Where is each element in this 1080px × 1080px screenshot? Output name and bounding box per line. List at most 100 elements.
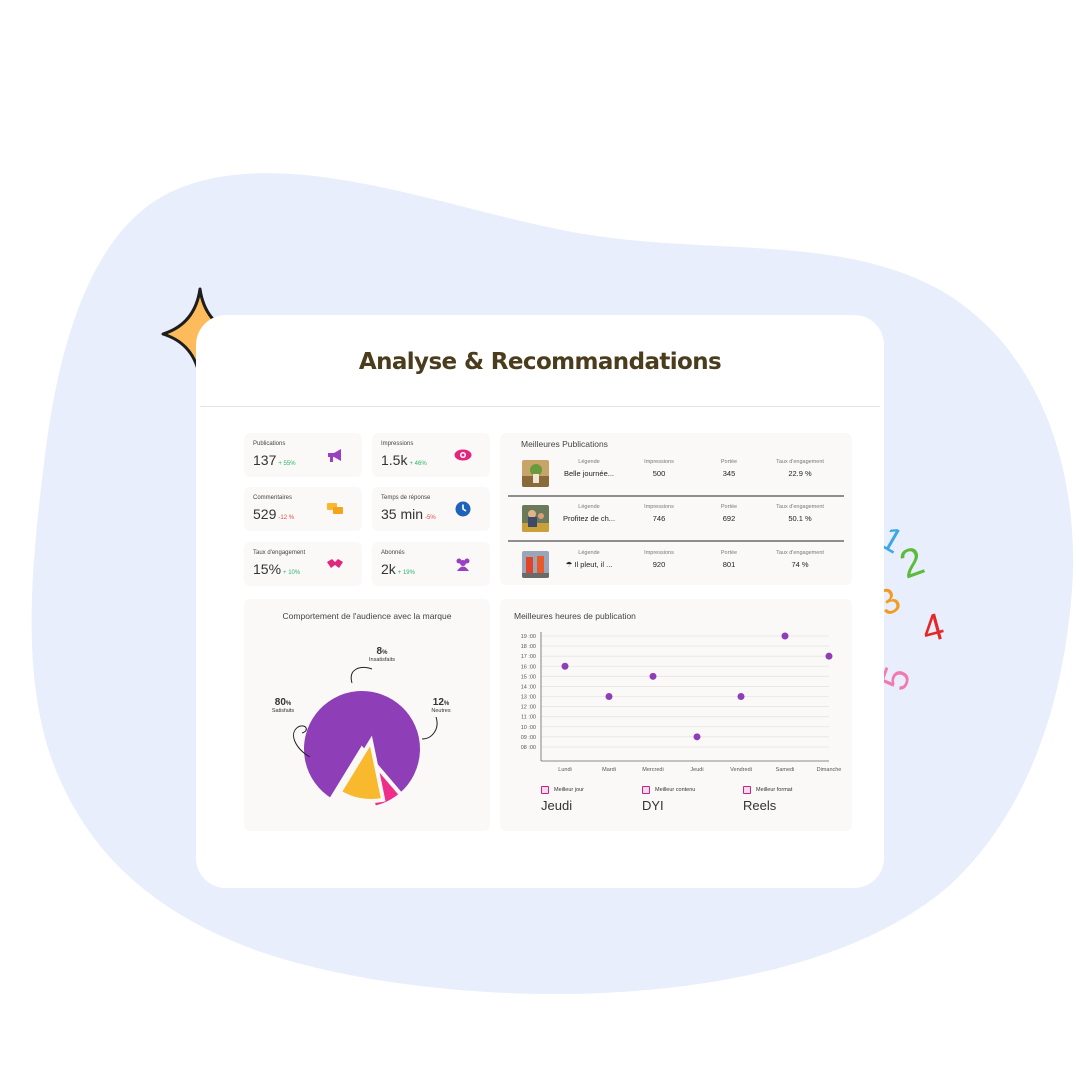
x-tick-label: Jeudi (690, 767, 703, 773)
data-point (825, 652, 833, 660)
best-format-value: Reels (743, 798, 777, 813)
image-icon (743, 786, 751, 794)
column-header-legende: Légende (578, 504, 600, 510)
insatisfaits-label: Insatisfaits (369, 657, 395, 663)
neutres-arrow (421, 716, 438, 740)
kpi-delta: + 19% (397, 570, 415, 576)
x-tick-label: Dimanche (817, 767, 842, 773)
best-day: Meilleur jour Jeudi (541, 786, 584, 813)
page-title: Analyse & Recommandations (358, 349, 722, 375)
kpi-label: Taux d'engagement (253, 550, 306, 556)
row-divider (508, 540, 844, 542)
data-point (781, 632, 789, 640)
satisfaits-label: Satisfaits (271, 708, 295, 714)
title-divider (200, 406, 880, 407)
y-tick-label: 08 :00 (521, 745, 536, 751)
digit-4: 4 (917, 606, 948, 652)
calendar-icon (541, 786, 549, 794)
kpi-label: Commentaires (253, 495, 293, 501)
y-tick-label: 16 :00 (521, 664, 536, 670)
best-hours-panel: Meilleures heures de publication 19 :00 1… (500, 599, 852, 831)
users-icon (456, 558, 470, 571)
column-header-legende: Légende (578, 459, 600, 465)
document-icon (642, 786, 650, 794)
kpi-impressions[interactable]: Impressions 1.5k + 46% (372, 433, 490, 477)
y-tick-label: 13 :00 (521, 695, 536, 701)
kpi-label: Abonnés (381, 550, 405, 556)
kpi-value: 35 min -5% (381, 506, 436, 522)
y-tick-label: 09 :00 (521, 735, 536, 741)
digit-2: 2 (894, 539, 930, 588)
y-tick-label: 12 :00 (521, 705, 536, 711)
y-tick-label: 11 :00 (521, 715, 536, 721)
data-point (561, 662, 569, 670)
insatisfaits-arrow (350, 667, 373, 684)
kpi-delta: + 55% (278, 461, 296, 467)
publication-engagement: 22.9 % (788, 469, 812, 478)
kpi-delta: -12 % (278, 515, 295, 521)
best-content-label: Meilleur contenu (655, 787, 696, 793)
handshake-icon (327, 559, 343, 568)
column-header-engagement: Taux d'engagement (776, 459, 824, 465)
data-point (693, 733, 701, 741)
x-tick-label: Samedi (776, 767, 795, 773)
publication-impressions: 920 (652, 560, 666, 569)
megaphone-icon (328, 449, 341, 462)
column-header-impressions: Impressions (644, 550, 674, 556)
kpi-publications[interactable]: Publications 137 + 55% (244, 433, 362, 477)
publication-legend: Profitez de ch... (562, 514, 616, 523)
kpi-temps-reponse[interactable]: Temps de réponse 35 min -5% (372, 487, 490, 531)
kpi-delta: + 10% (283, 570, 301, 576)
eye-icon (454, 449, 472, 461)
publication-thumbnail (522, 551, 549, 578)
y-tick-label: 18 :00 (521, 644, 536, 650)
publication-reach: 345 (722, 469, 736, 478)
best-publications-title: Meilleures Publications (521, 439, 608, 449)
best-day-value: Jeudi (541, 798, 573, 813)
kpi-delta: + 46% (409, 461, 427, 467)
x-tick-label: Vendredi (730, 767, 752, 773)
best-content: Meilleur contenu DYI (642, 786, 696, 813)
publication-engagement: 50.1 % (788, 514, 812, 523)
row-divider (508, 495, 844, 497)
column-header-engagement: Taux d'engagement (776, 504, 824, 510)
column-header-portee: Portée (720, 459, 738, 465)
kpi-label: Impressions (381, 441, 414, 447)
column-header-impressions: Impressions (644, 504, 674, 510)
kpi-delta: -5% (425, 515, 436, 521)
y-tick-label: 14 :00 (521, 684, 536, 690)
publication-impressions: 500 (652, 469, 666, 478)
publication-row[interactable]: Légende ☂ Il pleut, il ... Impressions 920… (508, 544, 844, 584)
kpi-abonnes[interactable]: Abonnés 2k + 19% (372, 542, 490, 586)
chat-bubbles-icon (327, 503, 343, 514)
column-header-portee: Portée (720, 550, 738, 556)
kpi-commentaires[interactable]: Commentaires 529 -12 % (244, 487, 362, 531)
publication-impressions: 746 (652, 514, 666, 523)
data-point (649, 672, 657, 680)
neutres-label: Neutres (431, 708, 451, 714)
publication-thumbnail (522, 460, 549, 487)
column-header-portee: Portée (720, 504, 738, 510)
publication-row[interactable]: Légende Profitez de ch... Impressions 746 … (508, 498, 844, 538)
best-content-value: DYI (642, 798, 664, 813)
best-format-label: Meilleur format (756, 787, 793, 793)
publication-reach: 801 (722, 560, 736, 569)
kpi-label: Temps de réponse (381, 495, 431, 501)
y-tick-label: 15 :00 (521, 674, 536, 680)
y-tick-label: 19 :00 (521, 634, 536, 640)
y-tick-label: 10 :00 (521, 725, 536, 731)
publication-row[interactable]: Légende Belle journée... Impressions 500 P… (508, 453, 844, 493)
best-publications-panel: Meilleures Publications Légende Belle jou… (500, 433, 852, 585)
kpi-value: 529 -12 % (253, 506, 295, 522)
kpi-label: Publications (253, 441, 286, 447)
kpi-value: 1.5k + 46% (381, 452, 427, 468)
kpi-taux-engagement[interactable]: Taux d'engagement 15% + 10% (244, 542, 362, 586)
column-header-legende: Légende (578, 550, 600, 556)
column-header-impressions: Impressions (644, 459, 674, 465)
best-day-label: Meilleur jour (554, 787, 584, 793)
publication-engagement: 74 % (791, 560, 809, 569)
clock-icon (455, 501, 471, 517)
kpi-value: 2k + 19% (381, 561, 415, 577)
x-tick-label: Mercredi (642, 767, 663, 773)
x-tick-label: Lundi (558, 767, 571, 773)
